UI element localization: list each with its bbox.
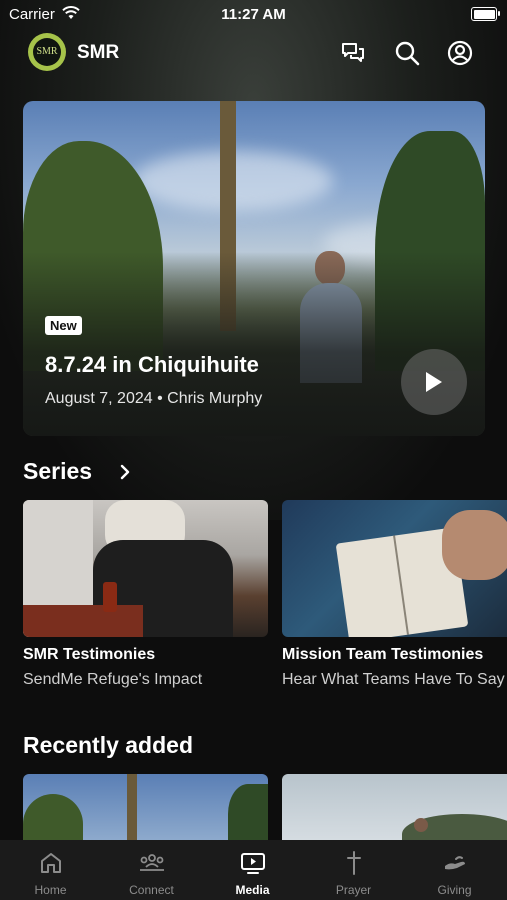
tab-label: Home [34, 883, 67, 897]
series-card[interactable]: Mission Team Testimonies Hear What Teams… [282, 500, 507, 700]
tab-home[interactable]: Home [0, 840, 101, 900]
recently-added-heading: Recently added [23, 732, 193, 758]
home-icon [41, 853, 61, 873]
series-title: Mission Team Testimonies [282, 646, 484, 663]
app-name: SMR [77, 42, 120, 63]
recent-thumbnail [23, 774, 268, 840]
people-icon [140, 854, 164, 871]
logo-text: SMR [33, 38, 61, 66]
tab-giving[interactable]: Giving [404, 840, 505, 900]
recent-thumbnail [282, 774, 507, 840]
recent-card[interactable] [282, 774, 507, 840]
chat-icon[interactable] [339, 39, 367, 67]
series-card[interactable]: SMR Testimonies SendMe Refuge's Impact [23, 500, 268, 688]
new-badge: New [45, 316, 82, 335]
series-heading[interactable]: Series [23, 458, 92, 485]
tab-bar: Home Connect Media Prayer Giving [0, 840, 507, 900]
app-header: SMR SMR [0, 33, 507, 73]
chevron-right-icon[interactable] [118, 463, 132, 481]
tv-play-icon [241, 853, 265, 874]
app-logo[interactable]: SMR [28, 33, 66, 71]
tab-connect[interactable]: Connect [101, 840, 202, 900]
play-icon [426, 372, 442, 392]
series-title: SMR Testimonies [23, 646, 156, 663]
tab-label: Giving [437, 883, 472, 897]
series-thumbnail [282, 500, 507, 637]
clock: 11:27 AM [221, 6, 286, 23]
search-icon[interactable] [393, 39, 421, 67]
tab-label: Media [235, 883, 270, 897]
tab-label: Prayer [335, 883, 372, 897]
recent-card[interactable] [23, 774, 268, 840]
giving-hand-icon [445, 856, 465, 870]
cross-icon [347, 851, 361, 875]
status-bar: Carrier 11:27 AM [0, 0, 507, 28]
series-subtitle: Hear What Teams Have To Say [282, 671, 505, 688]
tab-label: Connect [129, 883, 174, 897]
profile-icon[interactable] [446, 39, 474, 67]
tab-prayer[interactable]: Prayer [303, 840, 404, 900]
play-button[interactable] [401, 349, 467, 415]
featured-subtitle: August 7, 2024 • Chris Murphy [45, 390, 263, 407]
tab-media[interactable]: Media [202, 840, 303, 900]
series-subtitle: SendMe Refuge's Impact [23, 671, 203, 688]
battery-icon [471, 7, 500, 21]
featured-title: 8.7.24 in Chiquihuite [45, 352, 259, 377]
featured-media-card[interactable]: New 8.7.24 in Chiquihuite August 7, 2024… [23, 101, 485, 436]
series-thumbnail [23, 500, 268, 637]
